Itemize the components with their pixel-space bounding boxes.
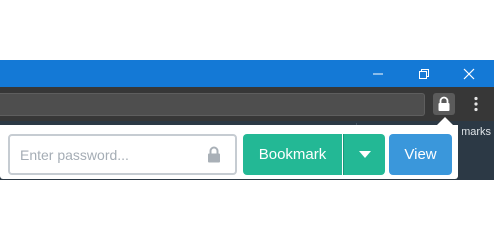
browser-window: Bookmarks Bookmark View: [0, 0, 494, 242]
password-field[interactable]: [8, 134, 237, 175]
password-input[interactable]: [20, 136, 200, 173]
address-bar[interactable]: [0, 93, 425, 116]
bookmarks-label: Bookmarks: [462, 126, 492, 138]
minimize-icon: [373, 73, 383, 74]
title-bar: [0, 60, 494, 87]
caret-down-icon: [358, 150, 371, 158]
bookmarks-folder[interactable]: Bookmarks: [462, 126, 494, 138]
bookmark-options-dropdown[interactable]: [343, 134, 385, 175]
restore-button[interactable]: [402, 60, 446, 87]
bookmark-button-label: Bookmark: [258, 146, 327, 163]
view-button[interactable]: View: [389, 134, 452, 175]
browser-toolbar: [0, 87, 494, 121]
minimize-button[interactable]: [356, 60, 400, 87]
browser-menu-button[interactable]: [468, 94, 484, 114]
more-vertical-icon: [474, 96, 478, 112]
restore-icon: [419, 68, 429, 79]
lock-icon: [438, 96, 450, 111]
bookmark-button[interactable]: Bookmark: [243, 134, 342, 175]
lock-icon: [208, 146, 220, 163]
extension-button[interactable]: [433, 93, 455, 115]
popup-arrow: [437, 117, 453, 125]
close-button[interactable]: [447, 60, 491, 87]
view-button-label: View: [404, 146, 437, 163]
close-icon: [463, 68, 475, 79]
extension-popup: Bookmark View: [0, 125, 458, 179]
